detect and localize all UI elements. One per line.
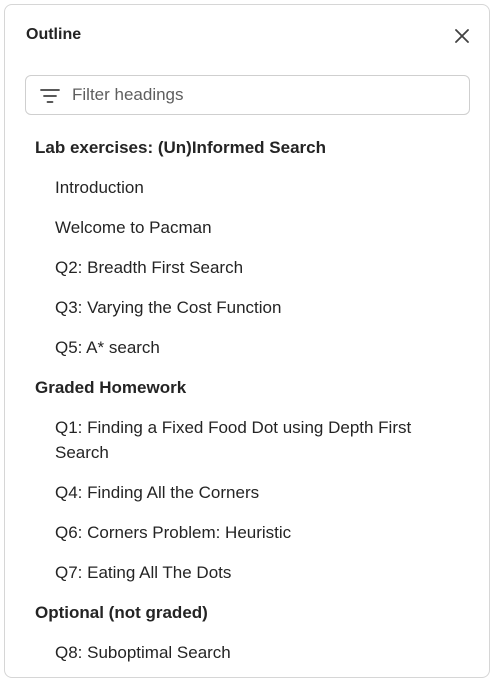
- panel-header: Outline: [5, 5, 489, 67]
- filter-icon: [40, 89, 60, 103]
- outline-item-q4[interactable]: Q4: Finding All the Corners: [55, 480, 445, 505]
- outline-heading-lab-exercises[interactable]: Lab exercises: (Un)Informed Search: [35, 138, 326, 158]
- outline-item-welcome-to-pacman[interactable]: Welcome to Pacman: [55, 215, 445, 240]
- close-icon: [455, 29, 469, 43]
- outline-item-introduction[interactable]: Introduction: [55, 175, 445, 200]
- outline-panel: Outline Lab exercises: (Un)Informed Sear…: [4, 4, 490, 678]
- outline-item-q1[interactable]: Q1: Finding a Fixed Food Dot using Depth…: [55, 415, 445, 465]
- outline-item-q6[interactable]: Q6: Corners Problem: Heuristic: [55, 520, 445, 545]
- close-button[interactable]: [451, 25, 473, 47]
- outline-item-q2[interactable]: Q2: Breadth First Search: [55, 255, 445, 280]
- outline-item-q3[interactable]: Q3: Varying the Cost Function: [55, 295, 445, 320]
- outline-item-q5[interactable]: Q5: A* search: [55, 335, 445, 360]
- filter-box[interactable]: [25, 75, 470, 115]
- outline-heading-optional[interactable]: Optional (not graded): [35, 603, 208, 623]
- outline-item-q7[interactable]: Q7: Eating All The Dots: [55, 560, 445, 585]
- outline-heading-graded-homework[interactable]: Graded Homework: [35, 378, 186, 398]
- outline-item-q8[interactable]: Q8: Suboptimal Search: [55, 640, 445, 665]
- filter-headings-input[interactable]: [72, 76, 462, 114]
- panel-title: Outline: [26, 26, 82, 43]
